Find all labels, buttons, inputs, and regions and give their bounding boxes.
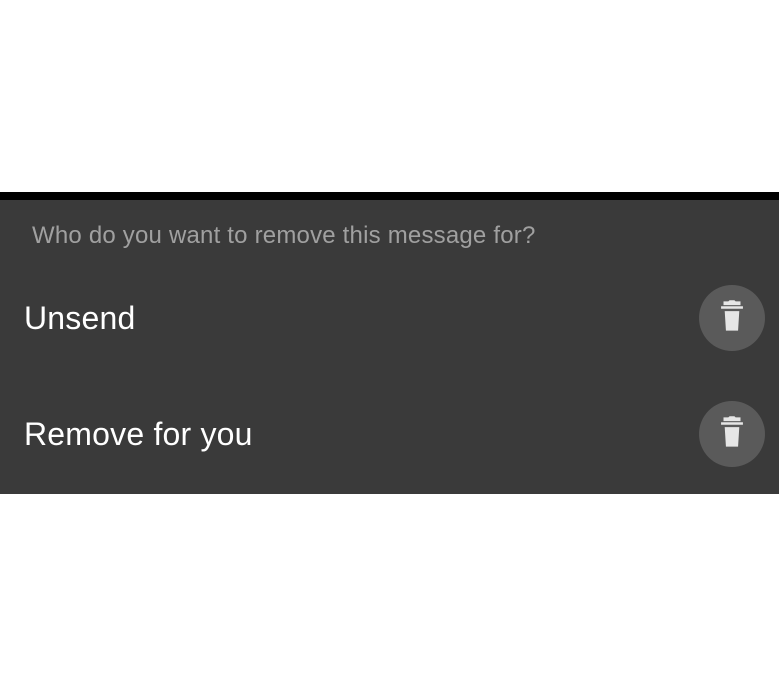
unsend-option[interactable]: Unsend: [0, 278, 779, 358]
remove-for-you-option[interactable]: Remove for you: [0, 394, 779, 474]
remove-for-you-label: Remove for you: [24, 416, 253, 453]
unsend-label: Unsend: [24, 300, 136, 337]
remove-message-dialog: Who do you want to remove this message f…: [0, 200, 779, 494]
dialog-title: Who do you want to remove this message f…: [0, 222, 779, 250]
divider-bar: [0, 192, 779, 200]
trash-icon: [717, 299, 747, 338]
remove-for-you-trash-button[interactable]: [699, 401, 765, 467]
trash-icon: [717, 415, 747, 454]
unsend-trash-button[interactable]: [699, 285, 765, 351]
top-blank-area: [0, 0, 779, 192]
